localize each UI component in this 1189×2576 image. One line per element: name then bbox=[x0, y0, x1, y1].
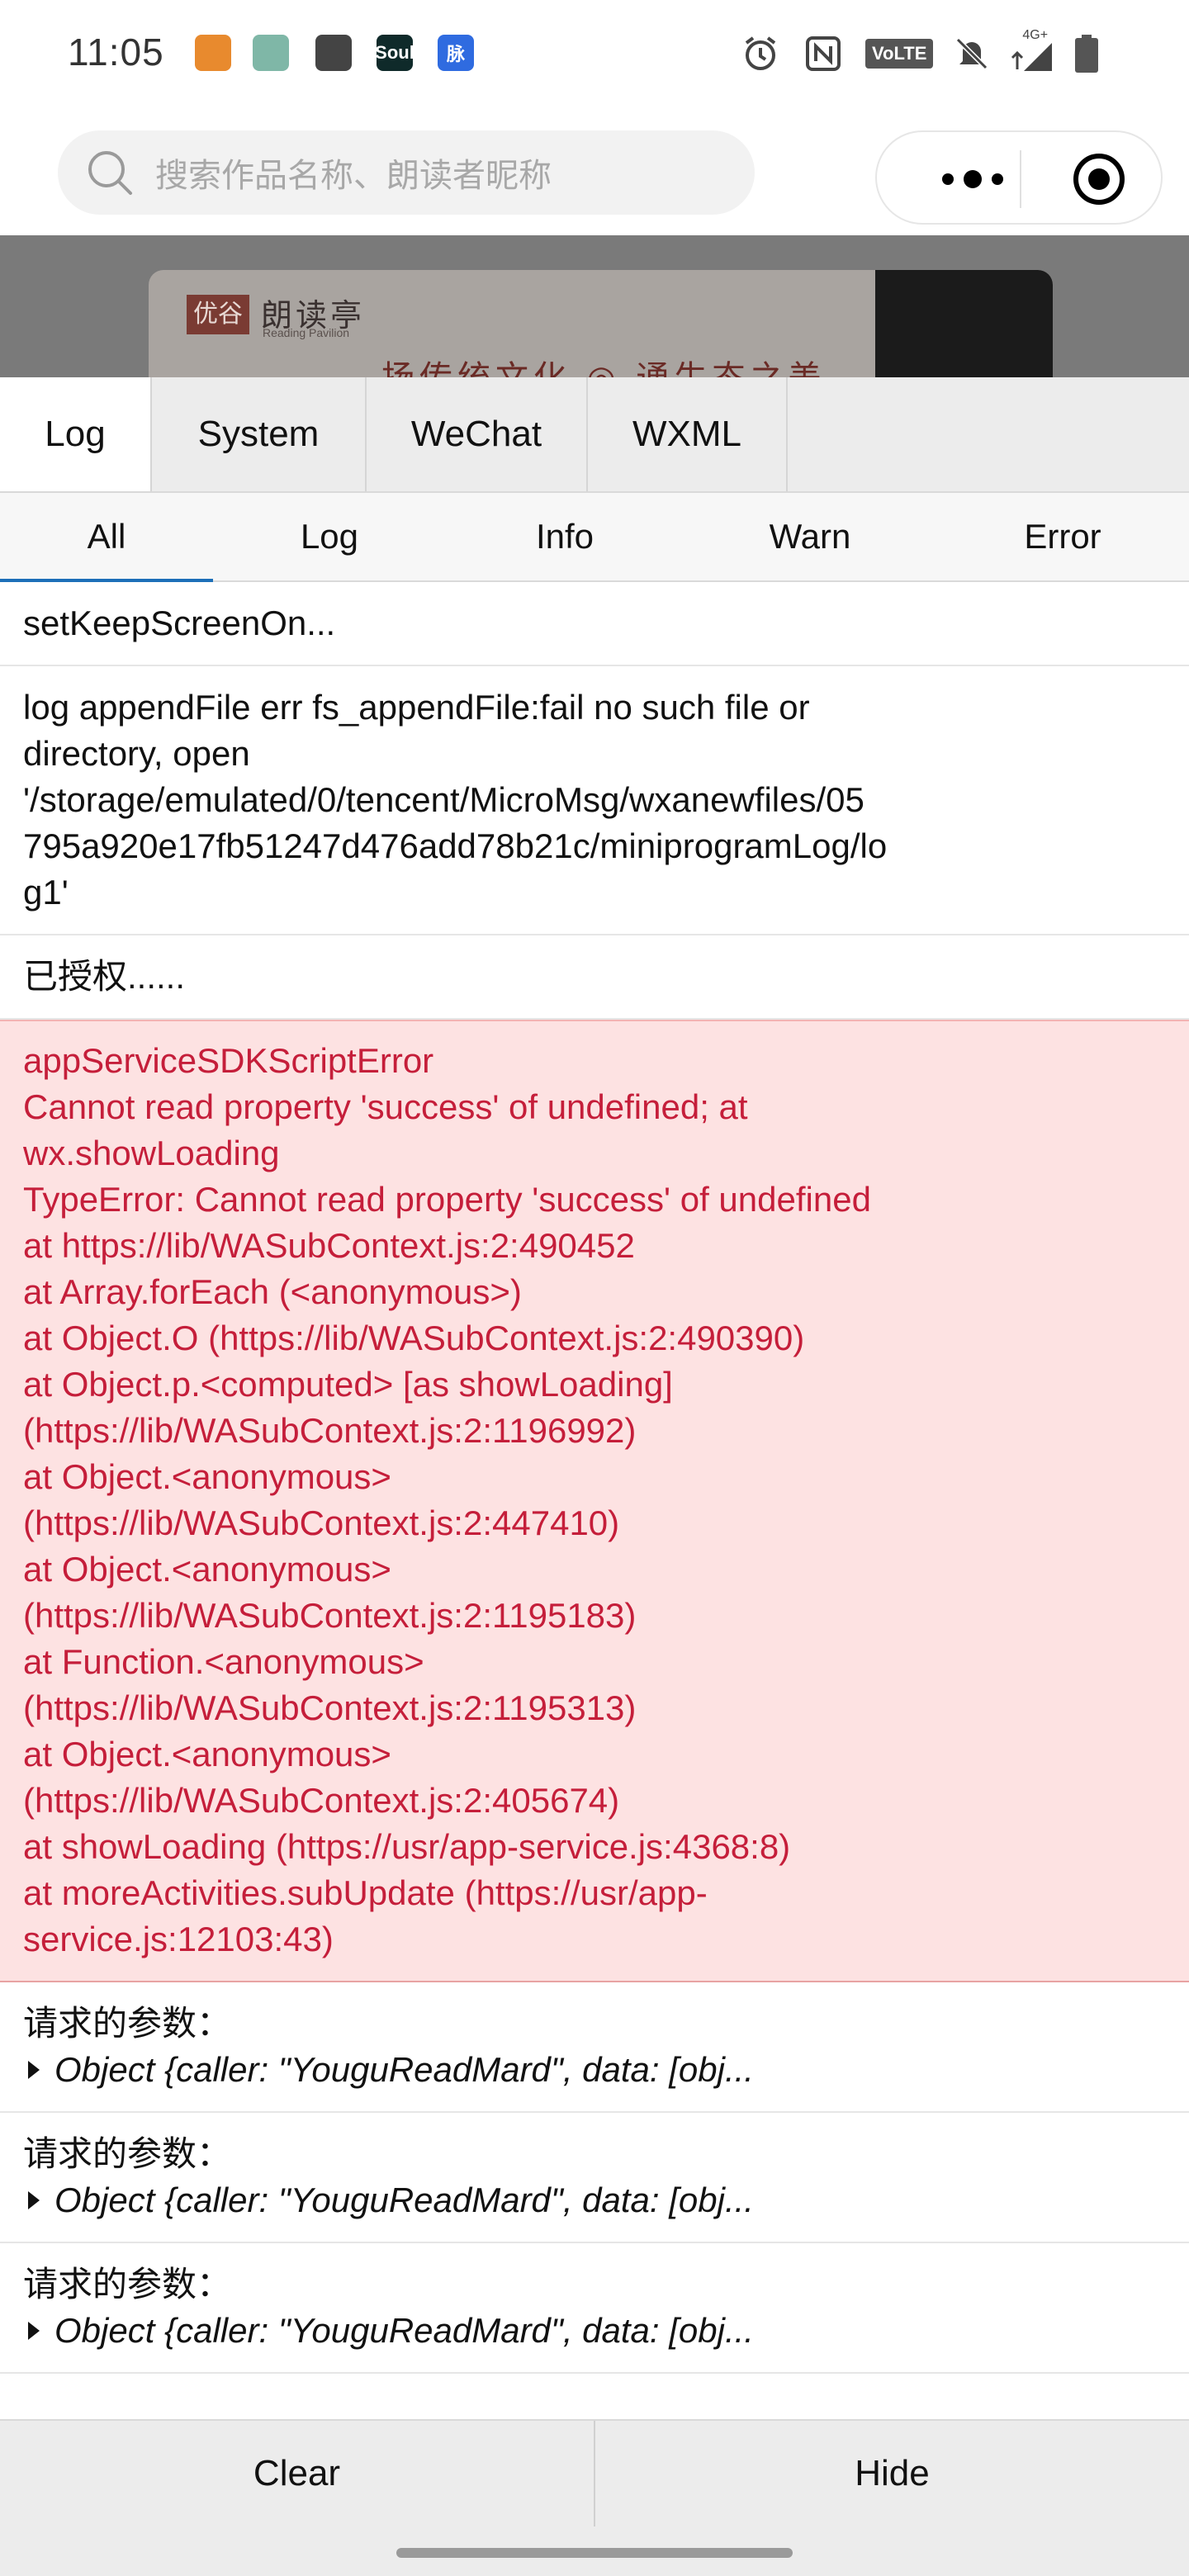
log-label: 请求的参数： bbox=[23, 2265, 232, 2304]
miniprogram-capsule bbox=[875, 130, 1163, 225]
log-line: at Object.<anonymous> bbox=[23, 1735, 391, 1773]
log-label: 请求的参数： bbox=[23, 2004, 232, 2043]
log-line: (https://lib/WASubContext.js:2:447410) bbox=[23, 1503, 620, 1542]
status-time: 11:05 bbox=[68, 31, 164, 73]
battery-icon bbox=[1075, 35, 1099, 73]
log-line: at Object.<anonymous> bbox=[23, 1550, 391, 1589]
log-row: 请求的参数： Object {caller: "YouguReadMard", d… bbox=[0, 1982, 1189, 2113]
target-circle-icon[interactable] bbox=[1072, 152, 1126, 206]
log-object-expander[interactable]: Object {caller: "YouguReadMard", data: [… bbox=[23, 2308, 1166, 2354]
vconsole-panel: Log System WeChat WXML All Log Info Warn… bbox=[0, 377, 1189, 2576]
log-row: 请求的参数： Object {caller: "YouguReadMard", d… bbox=[0, 2113, 1189, 2243]
expand-caret-icon[interactable] bbox=[28, 2061, 40, 2079]
nfc-icon bbox=[806, 36, 841, 71]
log-object-text: Object {caller: "YouguReadMard", data: [… bbox=[54, 2311, 754, 2350]
search-placeholder[interactable]: 搜索作品名称、朗读者昵称 bbox=[155, 149, 552, 197]
arrow-app-icon bbox=[195, 35, 231, 71]
banner-logo-mark: 优谷 bbox=[187, 295, 249, 334]
filter-log[interactable]: Log bbox=[213, 493, 446, 580]
soul-app-icon: Soul bbox=[375, 35, 414, 71]
volte-label: VoLTE bbox=[872, 43, 927, 64]
clear-button[interactable]: Clear bbox=[0, 2421, 594, 2526]
log-line: service.js:12103:43) bbox=[23, 1920, 334, 1958]
gesture-bar bbox=[0, 2526, 1189, 2576]
banner[interactable]: 优谷 朗读亭 Reading Pavilion 扬传统文化 ◎ 通生态之美 bbox=[0, 235, 1189, 377]
app-icon-label: Soul bbox=[375, 42, 414, 63]
log-line: at moreActivities.subUpdate (https://usr… bbox=[23, 1873, 708, 1912]
more-dots-icon[interactable] bbox=[923, 157, 1022, 201]
tab-system[interactable]: System bbox=[152, 377, 367, 491]
log-object-text: Object {caller: "YouguReadMard", data: [… bbox=[54, 2181, 754, 2219]
alarm-icon bbox=[745, 36, 776, 70]
banner-logo-subtitle: Reading Pavilion bbox=[263, 326, 350, 339]
log-line: 已授权...... bbox=[23, 957, 186, 996]
home-indicator[interactable] bbox=[396, 2548, 793, 2558]
log-filter-tabs: All Log Info Warn Error bbox=[0, 493, 1189, 582]
status-bar: 11:05 Soul 脉 VoLTE 4G+ bbox=[0, 0, 1189, 107]
message-app-icon bbox=[315, 35, 352, 71]
log-object-expander[interactable]: Object {caller: "YouguReadMard", data: [… bbox=[23, 2047, 1166, 2093]
search-bar[interactable]: 搜索作品名称、朗读者昵称 bbox=[58, 130, 755, 215]
log-line: setKeepScreenOn... bbox=[23, 604, 336, 642]
vconsole-footer: Clear Hide bbox=[0, 2419, 1189, 2526]
status-right-icons: VoLTE 4G+ bbox=[740, 28, 1101, 74]
app-icon-label: 脉 bbox=[446, 44, 465, 64]
hide-button[interactable]: Hide bbox=[594, 2421, 1189, 2526]
expand-caret-icon[interactable] bbox=[28, 2191, 40, 2209]
filter-error[interactable]: Error bbox=[936, 493, 1189, 580]
filter-info[interactable]: Info bbox=[446, 493, 684, 580]
banner-slogan: 扬传统文化 ◎ 通生态之美 bbox=[381, 351, 826, 377]
log-line: log appendFile err fs_appendFile:fail no… bbox=[23, 688, 810, 727]
filter-warn[interactable]: Warn bbox=[684, 493, 936, 580]
log-line: at Object.p.<computed> [as showLoading] bbox=[23, 1365, 673, 1404]
log-row-error: appServiceSDKScriptError Cannot read prop… bbox=[0, 1020, 1189, 1982]
expand-caret-icon[interactable] bbox=[28, 2322, 40, 2340]
capsule-divider bbox=[1020, 150, 1021, 208]
log-line: at https://lib/WASubContext.js:2:490452 bbox=[23, 1226, 635, 1265]
banner-book-image bbox=[875, 270, 1053, 377]
log-line: (https://lib/WASubContext.js:2:1195183) bbox=[23, 1596, 637, 1635]
log-line: at Object.O (https://lib/WASubContext.js… bbox=[23, 1319, 805, 1357]
log-line: 795a920e17fb51247d476add78b21c/miniprogr… bbox=[23, 826, 888, 865]
log-line: '/storage/emulated/0/tencent/MicroMsg/wx… bbox=[23, 780, 865, 819]
log-line: directory, open bbox=[23, 734, 250, 773]
filter-all[interactable]: All bbox=[0, 493, 213, 582]
search-icon bbox=[88, 151, 132, 195]
log-row: 请求的参数： Object {caller: "YouguReadMard", d… bbox=[0, 2243, 1189, 2374]
log-line: wx.showLoading bbox=[23, 1134, 280, 1172]
log-line: Cannot read property 'success' of undefi… bbox=[23, 1087, 748, 1126]
log-line: (https://lib/WASubContext.js:2:405674) bbox=[23, 1781, 620, 1820]
mute-icon bbox=[956, 37, 988, 70]
log-row: log appendFile err fs_appendFile:fail no… bbox=[0, 666, 1189, 935]
volte-icon: VoLTE bbox=[865, 39, 934, 69]
tab-wxml[interactable]: WXML bbox=[588, 377, 788, 491]
vconsole-tabs: Log System WeChat WXML bbox=[0, 377, 1189, 493]
log-object-text: Object {caller: "YouguReadMard", data: [… bbox=[54, 2050, 754, 2089]
log-line: at Object.<anonymous> bbox=[23, 1457, 391, 1496]
tab-wechat[interactable]: WeChat bbox=[367, 377, 588, 491]
tab-log[interactable]: Log bbox=[0, 377, 152, 491]
log-line: appServiceSDKScriptError bbox=[23, 1041, 434, 1080]
log-object-expander[interactable]: Object {caller: "YouguReadMard", data: [… bbox=[23, 2177, 1166, 2223]
signal-icon: 4G+ bbox=[1004, 28, 1057, 74]
log-line: at Function.<anonymous> bbox=[23, 1642, 424, 1681]
log-line: at Array.forEach (<anonymous>) bbox=[23, 1272, 522, 1311]
log-line: g1' bbox=[23, 873, 69, 912]
forest-app-icon bbox=[253, 35, 289, 71]
log-row: 已授权...... bbox=[0, 935, 1189, 1020]
log-line: (https://lib/WASubContext.js:2:1196992) bbox=[23, 1411, 637, 1450]
log-line: (https://lib/WASubContext.js:2:1195313) bbox=[23, 1688, 637, 1727]
top-nav: 搜索作品名称、朗读者昵称 bbox=[0, 107, 1189, 235]
maimai-app-icon: 脉 bbox=[438, 35, 474, 71]
log-line: TypeError: Cannot read property 'success… bbox=[23, 1180, 871, 1219]
log-row: setKeepScreenOn... bbox=[0, 582, 1189, 666]
log-list: setKeepScreenOn... log appendFile err fs_… bbox=[0, 582, 1189, 2374]
log-label: 请求的参数： bbox=[23, 2134, 232, 2173]
network-label: 4G+ bbox=[1022, 28, 1049, 42]
log-line: at showLoading (https://usr/app-service.… bbox=[23, 1827, 791, 1866]
